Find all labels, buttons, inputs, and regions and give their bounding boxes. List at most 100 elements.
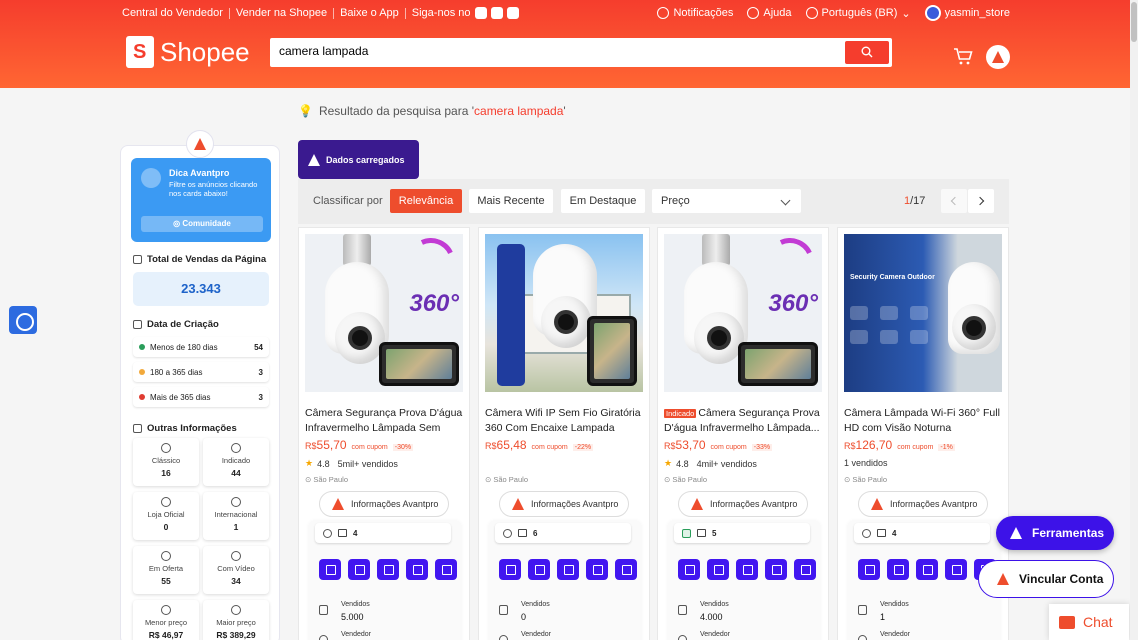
- instagram-icon[interactable]: [474, 7, 487, 19]
- download-app-link[interactable]: Baixe o App: [340, 7, 399, 19]
- language-select[interactable]: Português (BR) ⌄: [805, 7, 911, 20]
- tiktok-icon[interactable]: [506, 7, 519, 19]
- tools-button[interactable]: Ferramentas: [996, 516, 1114, 550]
- highest-price[interactable]: Maior preço R$ 389,29: [203, 600, 269, 640]
- filter-button[interactable]: [557, 559, 579, 580]
- seller-center-link[interactable]: Central do Vendedor: [122, 7, 223, 19]
- download-button[interactable]: [499, 559, 521, 580]
- calculator-button[interactable]: [348, 559, 370, 580]
- check-icon: [503, 528, 512, 538]
- calculator-button[interactable]: [528, 559, 550, 580]
- copy-button[interactable]: [945, 559, 967, 580]
- avantpro-extension-icon[interactable]: [986, 45, 1010, 69]
- shopee-logo[interactable]: Shopee: [126, 36, 250, 68]
- star-icon: ★: [305, 458, 314, 468]
- product-meta-pill: 4: [315, 523, 451, 543]
- product-sold: 1 vendidos: [844, 458, 888, 468]
- avantpro-info-button[interactable]: Informações Avantpro: [499, 491, 629, 517]
- product-image[interactable]: 360°: [305, 234, 463, 392]
- chat-button[interactable]: Chat: [1049, 604, 1129, 640]
- filter-international[interactable]: Internacional 1: [203, 492, 269, 540]
- product-price: R$126,70 com cupom -1%: [844, 438, 955, 452]
- store-button[interactable]: [615, 559, 637, 580]
- product-card[interactable]: 360° Indicado Câmera Segurança Prova D'ág…: [657, 227, 829, 640]
- globe-icon: [805, 7, 818, 19]
- avantpro-info-button[interactable]: Informações Avantpro: [319, 491, 449, 517]
- prev-page-button[interactable]: [941, 189, 967, 213]
- next-page-button[interactable]: [968, 189, 994, 213]
- airplane-icon: [231, 497, 241, 507]
- filter-button[interactable]: [916, 559, 938, 580]
- product-title[interactable]: Indicado Câmera Segurança Prova D'água In…: [664, 406, 824, 436]
- check-icon: [862, 528, 871, 538]
- product-card[interactable]: 360° Câmera Segurança Prova D'água Infra…: [298, 227, 470, 640]
- search-input[interactable]: [279, 44, 839, 58]
- search-button[interactable]: [845, 41, 889, 64]
- store-button[interactable]: [794, 559, 816, 580]
- download-button[interactable]: [858, 559, 880, 580]
- sort-featured-button[interactable]: Em Destaque: [561, 189, 645, 213]
- sell-link[interactable]: Vender na Shopee: [236, 7, 327, 19]
- product-image[interactable]: [485, 234, 643, 392]
- page-scrollbar[interactable]: [1130, 0, 1138, 640]
- filter-button[interactable]: [736, 559, 758, 580]
- grid-icon: [133, 424, 142, 433]
- bag-icon: [319, 605, 328, 615]
- other-info-title: Outras Informações: [133, 423, 237, 434]
- product-title[interactable]: Câmera Segurança Prova D'água Infraverme…: [305, 406, 465, 436]
- sort-relevance-button[interactable]: Relevância: [390, 189, 462, 213]
- bag-icon: [499, 605, 508, 615]
- product-title[interactable]: Câmera Wifi IP Sem Fio Giratória 360 Com…: [485, 406, 645, 436]
- calculator-button[interactable]: [887, 559, 909, 580]
- product-card[interactable]: Câmera Wifi IP Sem Fio Giratória 360 Com…: [478, 227, 650, 640]
- download-button[interactable]: [678, 559, 700, 580]
- lightbulb-icon: [141, 168, 161, 188]
- download-button[interactable]: [319, 559, 341, 580]
- filter-indicated[interactable]: Indicado 44: [203, 438, 269, 486]
- date-filter-row[interactable]: Menos de 180 dias 54: [133, 337, 269, 357]
- filter-with-video[interactable]: Com Vídeo 34: [203, 546, 269, 594]
- product-image[interactable]: Security Camera Outdoor: [844, 234, 1002, 392]
- product-image[interactable]: 360°: [664, 234, 822, 392]
- check-icon: [323, 528, 332, 538]
- filter-classic[interactable]: Clássico 16: [133, 438, 199, 486]
- search-icon: [861, 46, 873, 58]
- price-down-icon: [161, 605, 171, 615]
- data-loaded-badge: Dados carregados: [298, 140, 419, 179]
- sort-recent-button[interactable]: Mais Recente: [469, 189, 553, 213]
- date-filter-row[interactable]: Mais de 365 dias 3: [133, 387, 269, 407]
- whatsapp-icon[interactable]: [490, 7, 503, 19]
- help-link[interactable]: Ajuda: [747, 7, 792, 19]
- notifications-link[interactable]: Notificações: [657, 7, 733, 19]
- product-rating: ★ 4.8 4mil+ vendidos: [664, 458, 757, 469]
- crown-icon: [682, 528, 691, 538]
- avantpro-info-button[interactable]: Informações Avantpro: [858, 491, 988, 517]
- avantpro-icon: [512, 498, 524, 510]
- user-menu[interactable]: yasmin_store: [924, 5, 1010, 21]
- red-dot-icon: [139, 394, 145, 400]
- avantpro-icon: [332, 498, 344, 510]
- product-tools: 5 Vendidos 4.000 Vendedor: [668, 521, 820, 640]
- product-title[interactable]: Câmera Lâmpada Wi-Fi 360° Full HD com Vi…: [844, 406, 1004, 436]
- link-account-button[interactable]: Vincular Conta: [978, 560, 1114, 598]
- sort-price-select[interactable]: Preço: [652, 189, 801, 213]
- avantpro-info-button[interactable]: Informações Avantpro: [678, 491, 808, 517]
- shopee-bag-icon: [126, 36, 154, 68]
- community-button[interactable]: ◎ Comunidade: [141, 216, 263, 232]
- calculator-button[interactable]: [707, 559, 729, 580]
- topbar: Central do Vendedor Vender na Shopee Bai…: [122, 5, 1010, 21]
- product-meta-pill: 4: [854, 523, 990, 543]
- indicated-badge: Indicado: [664, 409, 697, 418]
- lowest-price[interactable]: Menor preço R$ 46,97: [133, 600, 199, 640]
- filter-on-sale[interactable]: Em Oferta 55: [133, 546, 199, 594]
- copy-button[interactable]: [765, 559, 787, 580]
- store-button[interactable]: [435, 559, 457, 580]
- product-rating: ★ 4.8 5mil+ vendidos: [305, 458, 398, 469]
- date-filter-row[interactable]: 180 a 365 dias 3: [133, 362, 269, 382]
- cart-icon[interactable]: [953, 46, 973, 66]
- accessibility-button[interactable]: [9, 306, 37, 334]
- filter-button[interactable]: [377, 559, 399, 580]
- copy-button[interactable]: [586, 559, 608, 580]
- filter-official-store[interactable]: Loja Oficial 0: [133, 492, 199, 540]
- copy-button[interactable]: [406, 559, 428, 580]
